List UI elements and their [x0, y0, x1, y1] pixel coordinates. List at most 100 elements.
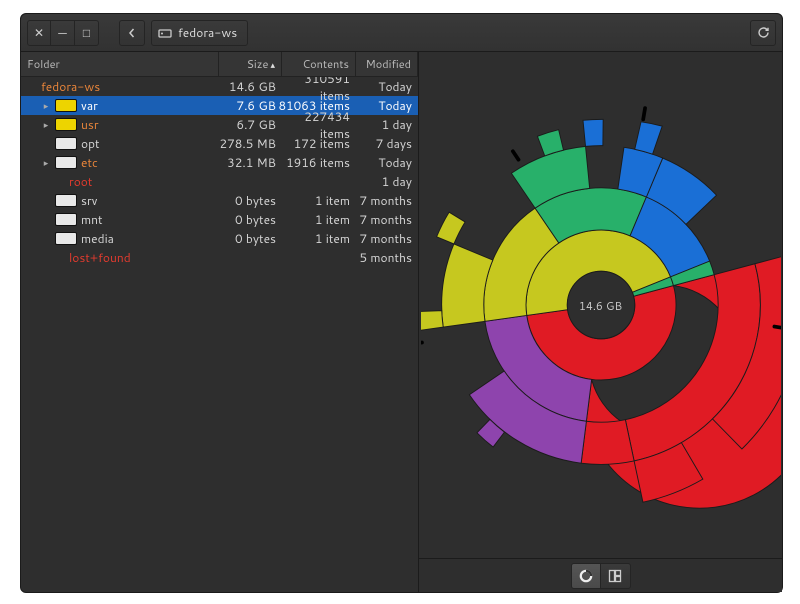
expander-icon	[41, 215, 51, 225]
tree-row[interactable]: ▸var7.6 GB81063 itemsToday	[21, 96, 418, 115]
cell-size: 0 bytes	[213, 230, 276, 247]
color-swatch	[55, 213, 77, 226]
drive-icon	[158, 26, 172, 40]
chevron-left-icon	[127, 28, 137, 38]
tree-row[interactable]: mnt 0 bytes1 item7 months	[21, 210, 418, 229]
color-swatch	[55, 137, 77, 150]
cell-modified: 7 months	[350, 192, 412, 209]
cell-size: 0 bytes	[213, 192, 276, 209]
sort-asc-icon: ▴	[270, 58, 275, 71]
cell-contents: 1916 items	[276, 154, 350, 171]
folder-name: etc	[81, 154, 98, 171]
cell-folder: fedora-ws	[27, 78, 213, 95]
color-swatch	[55, 156, 77, 169]
cell-folder: opt	[27, 135, 213, 152]
location-bar[interactable]: fedora-ws	[151, 20, 248, 46]
tree-row[interactable]: ▸ etc 32.1 MB1916 itemsToday	[21, 153, 418, 172]
tree-row[interactable]: opt 278.5 MB172 items7 days	[21, 134, 418, 153]
column-modified[interactable]: Modified	[356, 52, 418, 76]
tree-row[interactable]: ▸usr6.7 GB227434 items1 day	[21, 115, 418, 134]
window-controls: ✕ ─ □	[27, 20, 99, 46]
folder-name: lost+found	[69, 249, 131, 266]
treemap-icon	[608, 569, 622, 583]
treemap-view-button[interactable]	[601, 563, 631, 589]
color-swatch	[55, 194, 77, 207]
column-contents[interactable]: Contents	[282, 52, 356, 76]
tree-row[interactable]: fedora-ws14.6 GB310591 itemsToday	[21, 77, 418, 96]
tree-rows: fedora-ws14.6 GB310591 itemsToday▸var7.6…	[21, 77, 418, 592]
view-toggle-bar	[419, 558, 782, 592]
folder-name: media	[81, 230, 114, 247]
cell-contents: 1 item	[276, 192, 350, 209]
cell-modified: Today	[350, 154, 412, 171]
cell-modified: 7 days	[350, 135, 412, 152]
cell-folder: media	[27, 230, 213, 247]
expander-icon	[55, 253, 65, 263]
cell-size: 32.1 MB	[213, 154, 276, 171]
tree-row[interactable]: media 0 bytes1 item7 months	[21, 229, 418, 248]
cell-folder: srv	[27, 192, 213, 209]
color-swatch	[55, 118, 77, 131]
ringchart-icon	[579, 569, 593, 583]
expander-icon	[41, 234, 51, 244]
back-button[interactable]	[119, 20, 145, 46]
expander-icon[interactable]: ▸	[41, 120, 51, 130]
titlebar: ✕ ─ □ fedora-ws	[21, 14, 782, 52]
expander-icon	[41, 139, 51, 149]
cell-modified: 5 months	[350, 249, 412, 266]
tree-header: Folder Size ▴ Contents Modified	[21, 52, 418, 77]
ringchart-view-button[interactable]	[571, 563, 601, 589]
folder-name: usr	[81, 116, 99, 133]
color-swatch	[55, 232, 77, 245]
close-button[interactable]: ✕	[27, 20, 51, 46]
expander-icon	[41, 196, 51, 206]
cell-modified: 7 months	[350, 211, 412, 228]
cell-folder: mnt	[27, 211, 213, 228]
cell-modified: 1 day	[350, 173, 412, 190]
folder-name: root	[69, 173, 92, 190]
color-swatch	[55, 99, 77, 112]
column-folder[interactable]: Folder	[21, 52, 219, 76]
app-window: ✕ ─ □ fedora-ws Folder Size ▴ Contents	[20, 13, 783, 593]
maximize-button[interactable]: □	[75, 20, 99, 46]
cell-modified: Today	[350, 78, 412, 95]
folder-name: opt	[81, 135, 100, 152]
expander-icon	[27, 82, 37, 92]
chart-center-label: 14.6 GB	[579, 298, 622, 314]
folder-name: fedora-ws	[41, 78, 100, 95]
chart-pane: 14.6 GB	[419, 52, 782, 592]
expander-icon[interactable]: ▸	[41, 158, 51, 168]
sunburst-chart[interactable]: 14.6 GB	[419, 52, 782, 558]
cell-size: 0 bytes	[213, 211, 276, 228]
cell-size: 14.6 GB	[213, 78, 276, 95]
cell-modified: 7 months	[350, 230, 412, 247]
cell-contents: 1 item	[276, 230, 350, 247]
cell-folder: ▸ var	[27, 97, 213, 114]
cell-modified: Today	[350, 97, 412, 114]
expander-icon[interactable]: ▸	[41, 101, 51, 111]
cell-folder: root	[27, 173, 213, 190]
cell-folder: lost+found	[27, 249, 213, 266]
refresh-icon	[757, 26, 770, 39]
cell-folder: ▸ usr	[27, 116, 213, 133]
tree-row[interactable]: srv 0 bytes1 item7 months	[21, 191, 418, 210]
cell-contents: 172 items	[276, 135, 350, 152]
refresh-button[interactable]	[750, 20, 776, 46]
cell-contents: 1 item	[276, 211, 350, 228]
cell-folder: ▸ etc	[27, 154, 213, 171]
folder-tree: Folder Size ▴ Contents Modified fedora-w…	[21, 52, 419, 592]
folder-name: var	[81, 97, 98, 114]
minimize-button[interactable]: ─	[51, 20, 75, 46]
cell-size: 278.5 MB	[213, 135, 276, 152]
tree-row[interactable]: lost+found 5 months	[21, 248, 418, 267]
content-area: Folder Size ▴ Contents Modified fedora-w…	[21, 52, 782, 592]
cell-size: 6.7 GB	[213, 116, 276, 133]
column-size[interactable]: Size ▴	[219, 52, 282, 76]
tree-row[interactable]: root 1 day	[21, 172, 418, 191]
expander-icon	[55, 177, 65, 187]
folder-name: mnt	[81, 211, 103, 228]
folder-name: srv	[81, 192, 97, 209]
cell-size: 7.6 GB	[213, 97, 276, 114]
cell-modified: 1 day	[350, 116, 412, 133]
location-label: fedora-ws	[178, 24, 237, 41]
